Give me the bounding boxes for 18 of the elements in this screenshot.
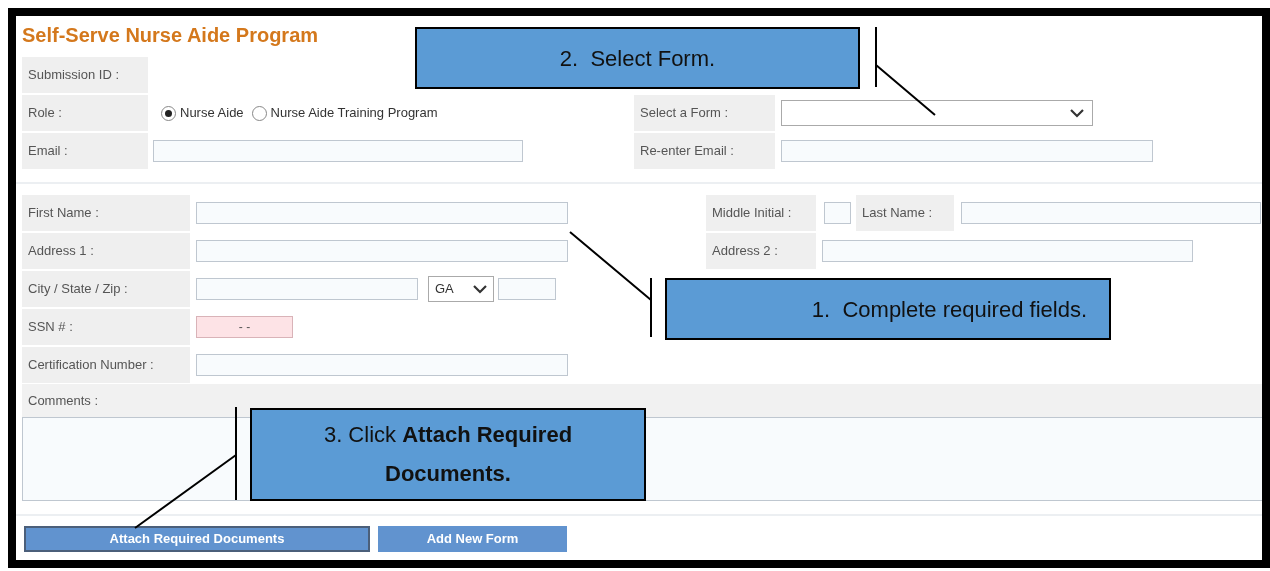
field-label: Address 2 : xyxy=(706,233,816,269)
field-label: Role : xyxy=(22,95,148,131)
field-label: Last Name : xyxy=(856,195,954,231)
field-label: Comments : xyxy=(22,384,1262,417)
page-title: Self-Serve Nurse Aide Program xyxy=(21,23,320,48)
field-label: SSN # : xyxy=(22,309,190,345)
field-label: Re-enter Email : xyxy=(634,133,775,169)
field-label: Submission ID : xyxy=(22,57,148,93)
field-label: Middle Initial : xyxy=(706,195,816,231)
field-label: Address 1 : xyxy=(22,233,190,269)
callout-tooltip: 3. Click Attach Required Documents. xyxy=(250,408,646,501)
field-label: Select a Form : xyxy=(634,95,775,131)
field-label: Email : xyxy=(22,133,148,169)
field-label: First Name : xyxy=(22,195,190,231)
callout-tooltip: 2. Select Form. xyxy=(415,27,860,89)
callout-tooltip: 1. Complete required fields. xyxy=(665,278,1111,340)
field-label: Certification Number : xyxy=(22,347,190,383)
field-label: City / State / Zip : xyxy=(22,271,190,307)
